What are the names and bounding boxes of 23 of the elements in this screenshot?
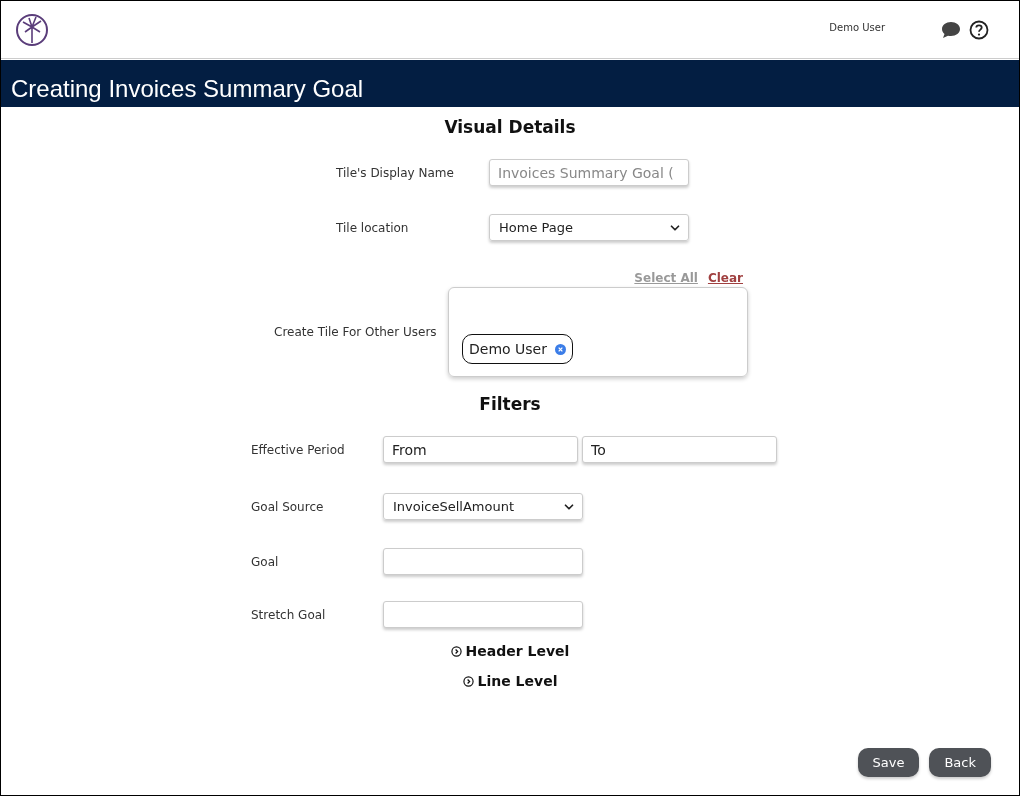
to-date-field[interactable]: To [582, 436, 777, 463]
field-label: Tile location [336, 220, 410, 235]
tile-location-dropdown[interactable]: Home Page [489, 214, 689, 241]
back-button[interactable]: Back [929, 748, 991, 777]
goal-source-dropdown[interactable]: InvoiceSellAmount [383, 493, 583, 520]
clear-link[interactable]: Clear [707, 271, 743, 285]
user-chip[interactable]: Demo User [462, 334, 573, 364]
field-label: Goal [251, 554, 280, 569]
field-label: Stretch Goal [251, 607, 327, 622]
field-label: Tile's Display Name [336, 165, 455, 180]
from-date-field[interactable]: From [383, 436, 578, 463]
page-title: Creating Invoices Summary Goal [11, 75, 364, 103]
field-label: Goal Source [251, 499, 325, 514]
section-heading: Filters [479, 394, 541, 414]
section-toggle[interactable]: Line Level [462, 673, 558, 689]
field-label: Effective Period [251, 442, 346, 457]
section-toggle[interactable]: Header Level [450, 643, 570, 659]
display-name-field[interactable]: Invoices Summary Goal ( [489, 159, 689, 186]
user-select-box[interactable]: Demo User [448, 287, 748, 377]
save-button[interactable]: Save [857, 748, 920, 777]
section-heading: Visual Details [444, 117, 576, 137]
field-label: Create Tile For Other Users [274, 325, 438, 339]
user-name: Demo User [829, 22, 885, 33]
